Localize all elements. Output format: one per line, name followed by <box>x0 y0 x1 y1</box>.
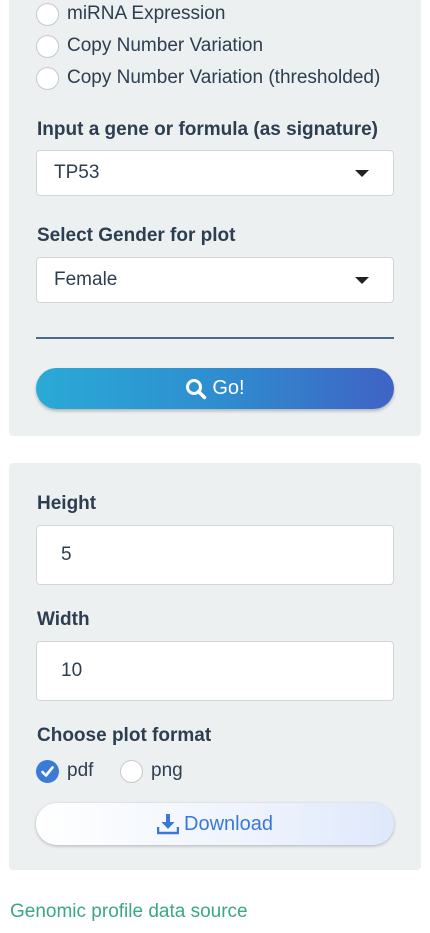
radio-mirna-expression[interactable]: miRNA Expression <box>36 1 225 27</box>
download-icon <box>157 814 180 835</box>
width-label: Width <box>37 609 90 630</box>
gene-select-value: TP53 <box>54 162 100 183</box>
caret-down-icon <box>355 170 369 177</box>
format-option-label: pdf <box>67 760 94 781</box>
download-button-label: Download <box>184 812 273 835</box>
download-button[interactable]: Download <box>36 803 394 845</box>
gender-select-value: Female <box>54 269 118 290</box>
caret-down-icon <box>355 277 369 284</box>
data-source-link[interactable]: Genomic profile data source <box>10 901 248 923</box>
format-option-png[interactable]: png <box>120 758 183 784</box>
radio-circle[interactable] <box>36 34 59 58</box>
gene-input-label: Input a gene or formula (as signature) <box>37 119 378 140</box>
format-option-pdf[interactable]: pdf <box>36 758 93 784</box>
radio-circle[interactable] <box>120 759 143 783</box>
gender-select[interactable]: Female <box>36 257 394 303</box>
search-icon <box>186 378 207 399</box>
gene-select[interactable]: TP53 <box>36 150 394 196</box>
plot-format-label: Choose plot format <box>37 725 212 746</box>
go-button-label: Go! <box>212 377 245 399</box>
height-input-value: 5 <box>61 544 72 565</box>
radio-label: Copy Number Variation <box>67 35 264 56</box>
width-input-value: 10 <box>61 660 83 681</box>
radio-label: miRNA Expression <box>67 3 226 24</box>
go-button[interactable]: Go! <box>36 368 394 409</box>
check-icon[interactable] <box>36 759 59 783</box>
radio-copy-number-thresholded[interactable]: Copy Number Variation (thresholded) <box>36 65 380 91</box>
format-option-label: png <box>151 760 183 781</box>
radio-circle[interactable] <box>36 2 59 26</box>
gender-select-label: Select Gender for plot <box>37 225 236 246</box>
radio-copy-number-variation[interactable]: Copy Number Variation <box>36 33 263 59</box>
height-label: Height <box>37 493 97 514</box>
height-input[interactable]: 5 <box>36 525 394 585</box>
width-input[interactable]: 10 <box>36 641 394 701</box>
radio-label: Copy Number Variation (thresholded) <box>67 67 381 88</box>
radio-circle[interactable] <box>36 66 59 90</box>
divider <box>36 337 394 339</box>
